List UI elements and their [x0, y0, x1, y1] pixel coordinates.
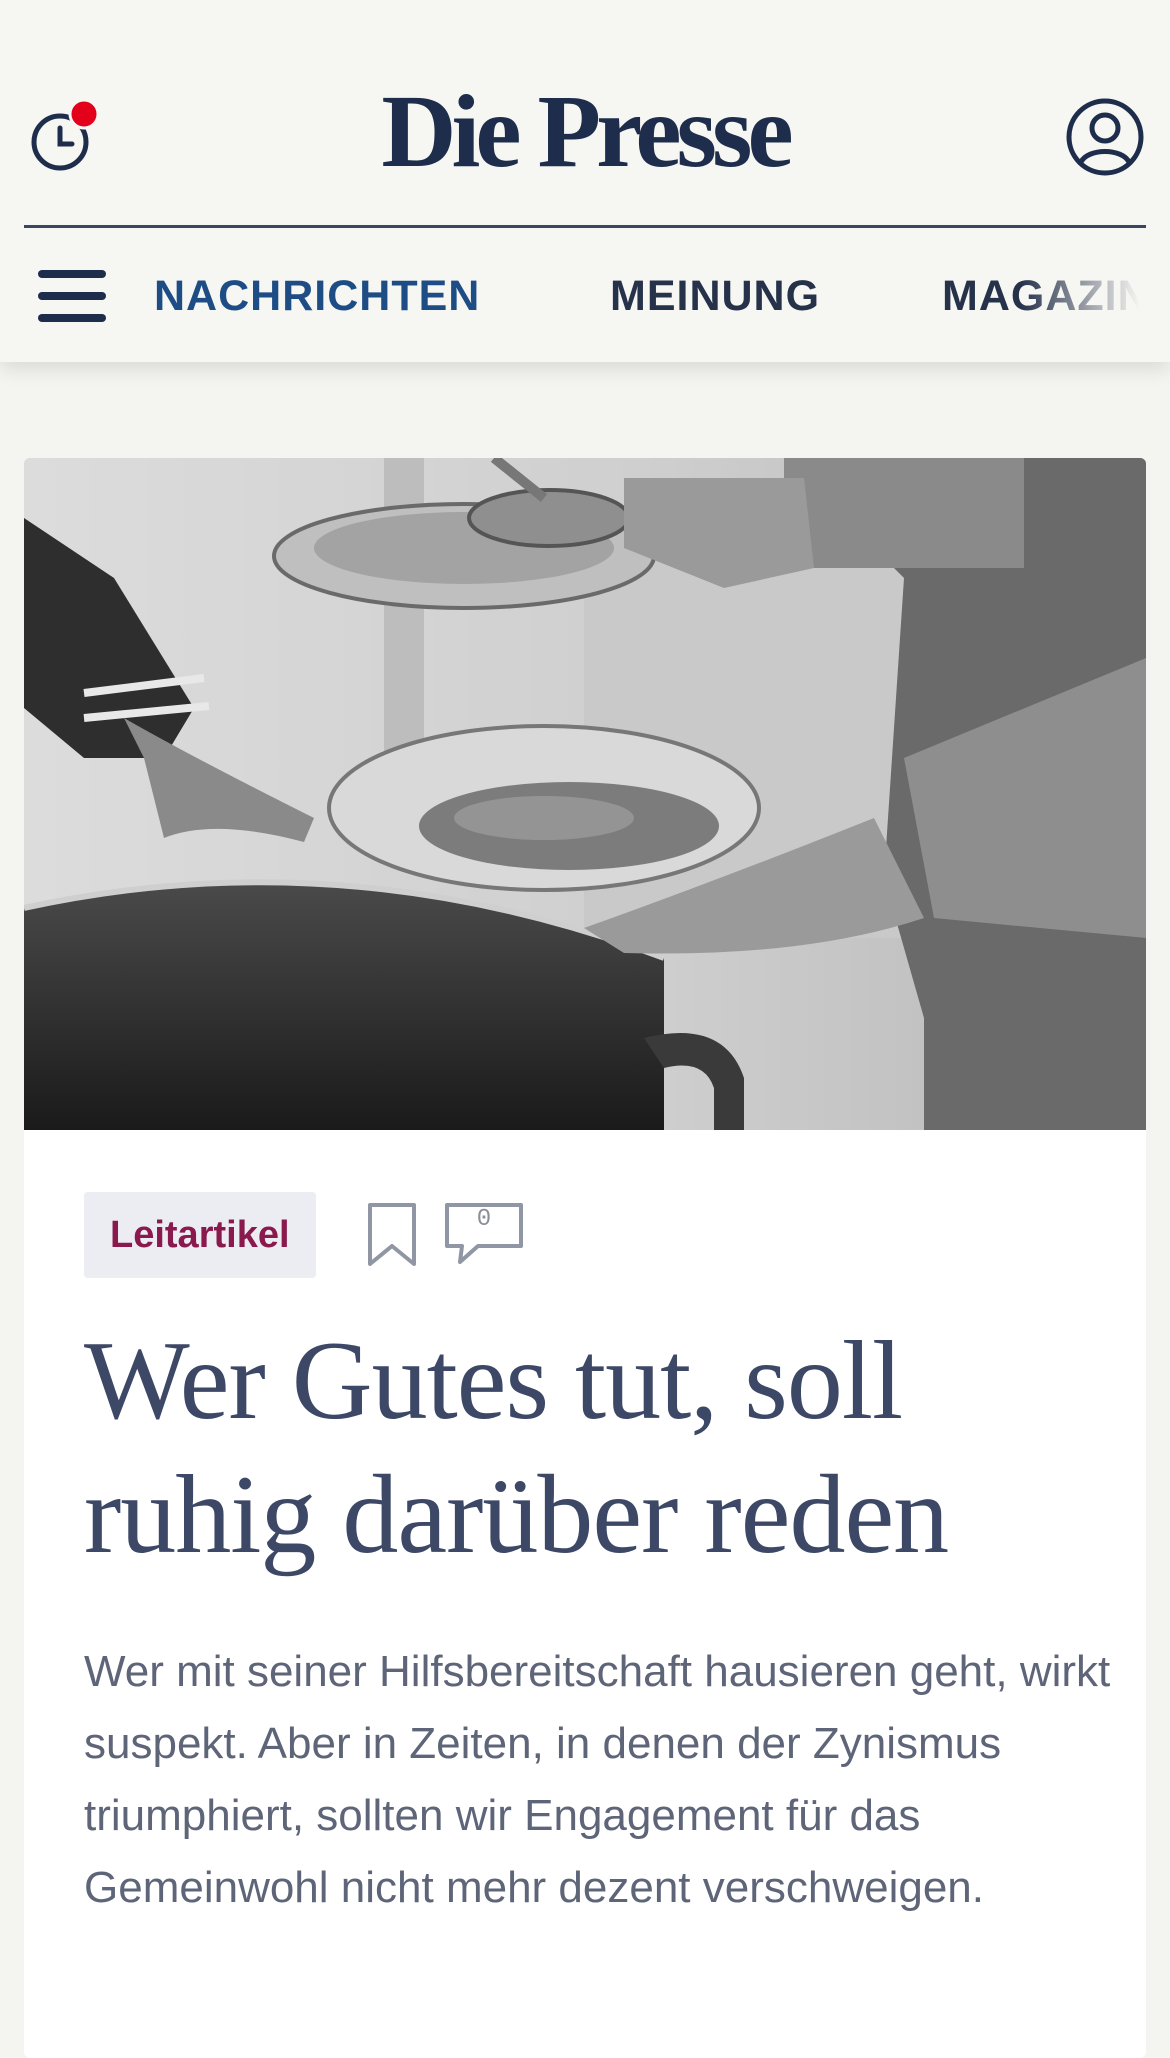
header-divider [24, 225, 1146, 228]
nav-item-nachrichten[interactable]: NACHRICHTEN [154, 272, 480, 321]
article-lead: Wer mit seiner Hilfsbereitschaft hausier… [84, 1647, 1111, 1912]
account-icon [1066, 98, 1144, 176]
bookmark-button[interactable] [366, 1202, 418, 1268]
account-button[interactable] [1064, 96, 1146, 178]
nav-scroll-fade [1020, 230, 1170, 362]
menu-button[interactable] [38, 270, 106, 326]
comments-button[interactable]: 0 [444, 1202, 524, 1264]
article-hero-image[interactable] [24, 458, 1146, 1130]
comment-count: 0 [476, 1206, 492, 1233]
nav-item-meinung[interactable]: MEINUNG [610, 272, 820, 321]
category-badge[interactable]: Leitartikel [84, 1192, 316, 1278]
site-logo[interactable]: Die Presse [0, 80, 1170, 184]
site-header: Die Presse NACHRICHTEN MEINUNG MAGAZIN [0, 0, 1170, 362]
article-card[interactable]: Leitartikel 0 Wer Gutes tut, soll ruhig … [24, 458, 1146, 2058]
bookmark-icon [368, 1203, 416, 1266]
article-headline[interactable]: Wer Gutes tut, soll ruhig darüber reden [84, 1314, 1104, 1582]
main-navigation: NACHRICHTEN MEINUNG MAGAZIN [0, 230, 1170, 362]
soup-serving-photo [24, 458, 1146, 1130]
